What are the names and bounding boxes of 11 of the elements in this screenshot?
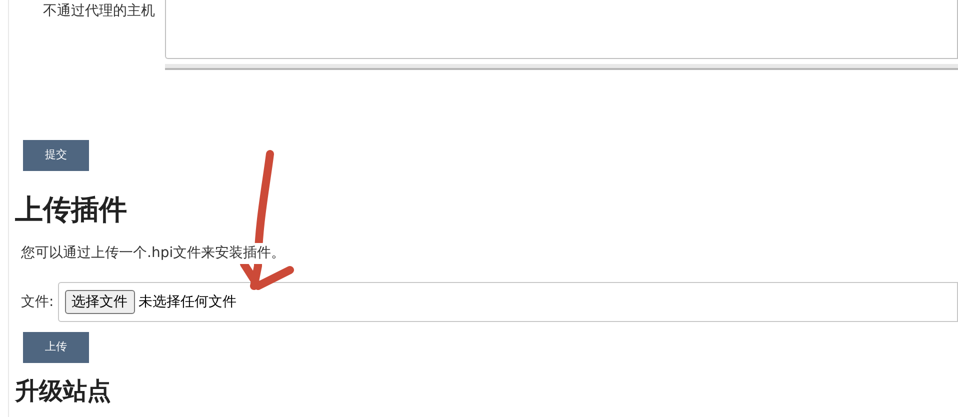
- choose-file-button[interactable]: 选择文件: [64, 290, 135, 314]
- submit-button[interactable]: 提交: [23, 140, 89, 171]
- file-label: 文件:: [21, 292, 54, 312]
- section-heading: 升级站点: [15, 377, 112, 405]
- file-input[interactable]: 选择文件 未选择任何文件: [58, 282, 958, 322]
- hosts-textarea[interactable]: [165, 0, 958, 59]
- field-label: 不通过代理的主机: [43, 2, 155, 20]
- resize-bar[interactable]: [165, 64, 958, 70]
- upload-button[interactable]: 上传: [23, 332, 89, 363]
- section-heading: 上传插件: [15, 193, 128, 227]
- file-status-text: 未选择任何文件: [138, 292, 237, 312]
